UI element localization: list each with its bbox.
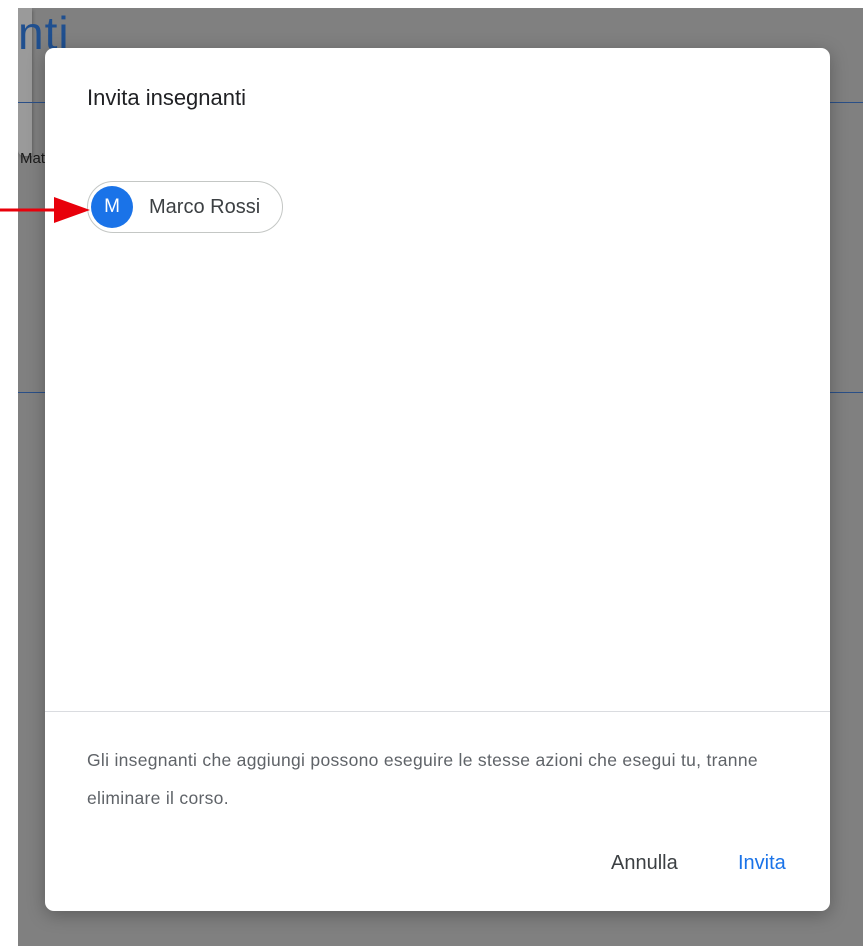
red-arrow-icon [0, 197, 90, 223]
info-text: Gli insegnanti che aggiungi possono eseg… [87, 750, 758, 808]
screenshot-frame: nti Mat Invita insegnanti M Marco Rossi … [0, 0, 863, 946]
cancel-button[interactable]: Annulla [605, 848, 684, 879]
recipient-name: Marco Rossi [149, 195, 261, 218]
invite-teachers-dialog: Invita insegnanti M Marco Rossi Gli inse… [45, 48, 830, 911]
recipient-chip[interactable]: M Marco Rossi [87, 181, 284, 233]
invite-button[interactable]: Invita [732, 848, 792, 879]
background-text: Mat [20, 150, 46, 167]
dialog-divider [45, 711, 830, 712]
dialog-title: Invita insegnanti [87, 85, 246, 110]
